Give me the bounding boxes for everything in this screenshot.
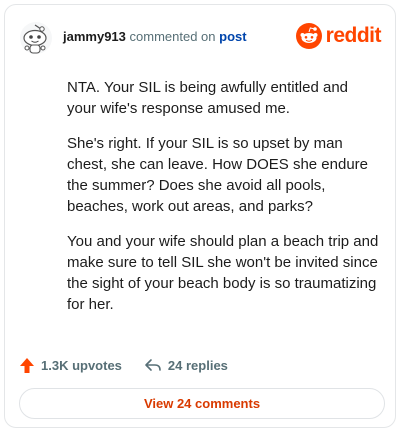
upvote-count: 1.3K upvotes: [41, 357, 122, 373]
username-link[interactable]: jammy913: [63, 29, 126, 44]
comment-actions: 1.3K upvotes 24 replies: [19, 354, 228, 376]
reply-arrow-icon: [145, 359, 161, 371]
upvote-arrow-icon: [20, 357, 34, 373]
comment-body: NTA. Your SIL is being awfully entitled …: [67, 77, 379, 329]
upvote-button[interactable]: 1.3K upvotes: [19, 357, 122, 374]
reddit-snoo-icon: [295, 23, 322, 49]
comment-paragraph: She's right. If your SIL is so upset by …: [67, 135, 368, 215]
replies-button[interactable]: 24 replies: [144, 357, 228, 373]
reddit-logo[interactable]: reddit: [295, 21, 382, 51]
reply-count: 24 replies: [167, 357, 228, 373]
post-link[interactable]: post: [219, 29, 246, 44]
meta-verb: commented on: [129, 29, 216, 44]
comment-header: jammy913 commented on post reddit: [19, 21, 382, 57]
view-comments-button[interactable]: View 24 comments: [19, 388, 385, 419]
comment-paragraph: You and your wife should plan a beach tr…: [67, 233, 379, 313]
comment-card: jammy913 commented on post reddit NTA. Y…: [4, 4, 396, 428]
brand-wordmark: reddit: [325, 24, 382, 47]
user-avatar[interactable]: [19, 21, 53, 55]
snoo-avatar-icon: [20, 22, 52, 54]
comment-paragraph: NTA. Your SIL is being awfully entitled …: [67, 79, 349, 117]
comment-meta: jammy913 commented on post: [63, 29, 247, 44]
